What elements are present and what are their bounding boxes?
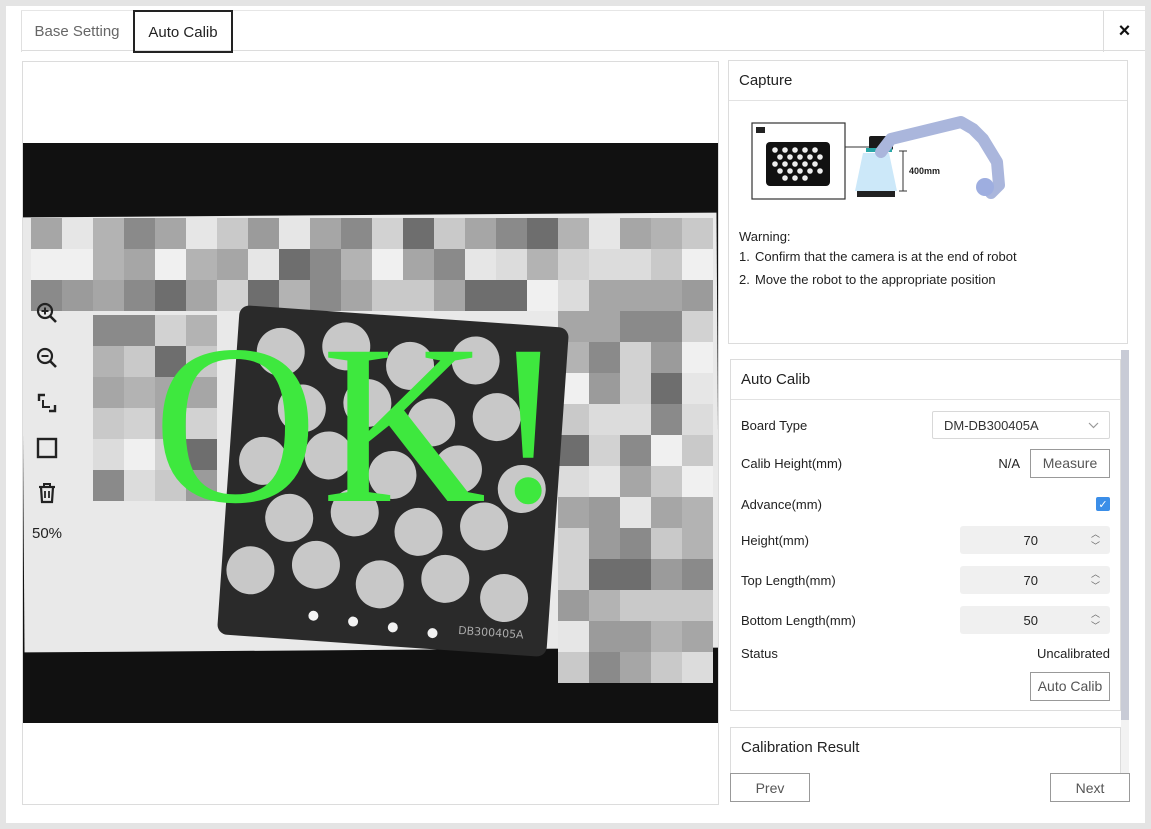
tab-bar: Base Setting Auto Calib × [21,10,1145,53]
advance-row: Advance(mm) ✓ [741,490,1110,518]
top-length-input[interactable]: 70 ︿ ﹀ [960,566,1110,594]
warning-block: Warning: 1. Confirm that the camera is at… [739,227,1017,290]
delete-button[interactable] [32,478,62,508]
scrollbar-thumb[interactable] [1121,350,1129,720]
calib-height-value: N/A [998,455,1020,471]
zoom-in-button[interactable] [32,298,62,328]
ok-overlay-text: OK! [153,299,571,551]
stepper-arrows-icon[interactable]: ︿ ﹀ [1091,568,1100,592]
zoom-in-icon [36,302,57,323]
height-input[interactable]: 70 ︿ ﹀ [960,526,1110,554]
fit-view-button[interactable] [32,388,62,418]
prev-button[interactable]: Prev [730,773,810,802]
zoom-out-button[interactable] [32,343,62,373]
auto-calib-action-row: Auto Calib [741,671,1110,701]
distance-label: 400mm [909,166,940,176]
status-value: Uncalibrated [1037,645,1110,661]
capture-title: Capture [729,61,1127,101]
warning-label: Warning: [739,229,791,244]
board-label: DB300405A [457,623,525,642]
viewer-toolbar: 50% [25,298,69,542]
calib-height-row: Calib Height(mm) N/A Measure [741,448,1110,478]
height-label: Height(mm) [741,532,809,548]
zoom-level: 50% [31,525,63,542]
zoom-out-icon [36,347,57,368]
status-label: Status [741,645,778,661]
top-length-label: Top Length(mm) [741,572,836,588]
bottom-length-input[interactable]: 50 ︿ ﹀ [960,606,1110,634]
capture-diagram: 400mm [751,116,1005,200]
warning-item: 2. Move the robot to the appropriate posi… [739,272,996,287]
bottom-length-label: Bottom Length(mm) [741,612,856,628]
camera-image: DB300405A OK! [23,143,718,723]
board-type-select[interactable]: DM-DB300405A [932,411,1110,439]
stepper-arrows-icon[interactable]: ︿ ﹀ [1091,528,1100,552]
top-length-row: Top Length(mm) 70 ︿ ﹀ [741,566,1110,594]
board-type-label: Board Type [741,417,808,433]
tab-auto-calib[interactable]: Auto Calib [133,10,233,53]
close-icon: × [1118,20,1131,42]
trash-icon [39,483,55,504]
rectangle-tool-button[interactable] [32,433,62,463]
auto-calib-button[interactable]: Auto Calib [1030,671,1110,701]
measure-button[interactable]: Measure [1030,448,1110,478]
calibration-result-panel: Calibration Result [730,727,1121,773]
status-row: Status Uncalibrated [741,639,1110,667]
auto-calib-title: Auto Calib [731,360,1120,400]
auto-calib-dialog: Base Setting Auto Calib × DB300405A OK! [6,6,1145,823]
close-button[interactable]: × [1103,11,1145,52]
image-viewer[interactable]: DB300405A OK! 50% [22,61,719,805]
board-type-row: Board Type DM-DB300405A [741,411,1110,439]
auto-calib-panel: Auto Calib Board Type DM-DB300405A Calib… [730,359,1121,711]
advance-checkbox[interactable]: ✓ [1096,497,1110,511]
capture-panel: Capture 400mm Warning: 1. Confirm that t… [728,60,1128,344]
tab-base-setting[interactable]: Base Setting [21,11,132,52]
rectangle-icon [36,437,58,459]
bottom-length-row: Bottom Length(mm) 50 ︿ ﹀ [741,606,1110,634]
stepper-arrows-icon[interactable]: ︿ ﹀ [1091,608,1100,632]
fit-view-icon [37,393,57,413]
height-row: Height(mm) 70 ︿ ﹀ [741,526,1110,554]
warning-item: 1. Confirm that the camera is at the end … [739,249,1017,264]
calibration-result-title: Calibration Result [741,739,860,756]
chevron-down-icon [1088,422,1099,428]
advance-label: Advance(mm) [741,496,822,512]
calib-height-label: Calib Height(mm) [741,455,843,471]
next-button[interactable]: Next [1050,773,1130,802]
